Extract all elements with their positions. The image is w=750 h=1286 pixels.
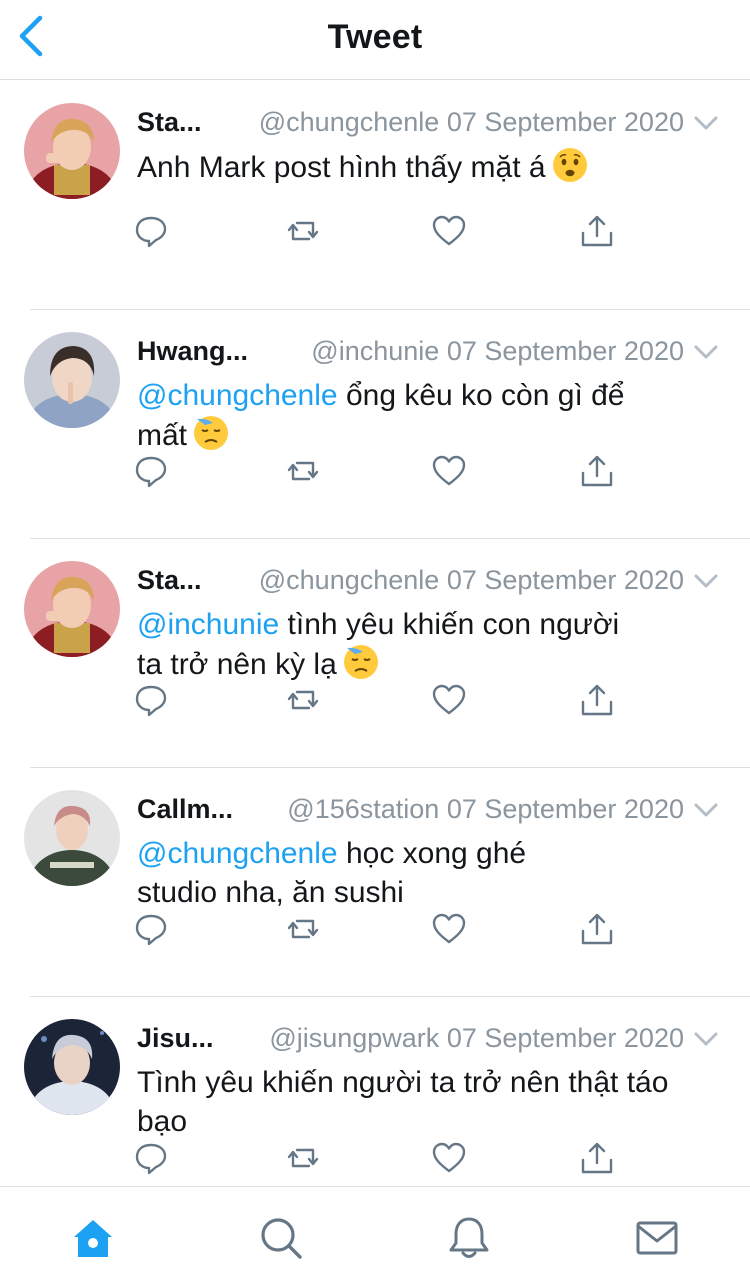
tweet-item[interactable]: Sta... @chungchenle 07 September 2020 Anh…	[0, 81, 750, 310]
tweet-item[interactable]: Sta... @chungchenle 07 September 2020 @in…	[0, 539, 750, 768]
tweet-meta: Jisu... @jisungpwark 07 September 2020	[137, 1021, 720, 1055]
tweet-body-line2: bạo	[137, 1105, 188, 1138]
search-icon[interactable]	[258, 1215, 304, 1261]
retweet-icon[interactable]	[285, 453, 321, 489]
page-title: Tweet	[327, 18, 423, 56]
tweet-date: 07 September 2020	[446, 107, 684, 137]
heart-icon[interactable]	[431, 682, 467, 718]
tweet-body: học xong ghé	[337, 837, 527, 870]
avatar[interactable]	[24, 103, 120, 199]
share-icon[interactable]	[579, 453, 615, 489]
tweet-item[interactable]: Hwang... @inchunie 07 September 2020 @chu…	[0, 310, 750, 539]
avatar[interactable]	[24, 561, 120, 657]
tweet-meta: Sta... @chungchenle 07 September 2020	[137, 563, 720, 597]
tweet-actions	[133, 911, 633, 947]
user-handle[interactable]: @156station	[287, 794, 439, 824]
display-name[interactable]: Hwang...	[137, 336, 248, 366]
tweet-text: @chungchenle ổng kêu ko còn gì để mất	[137, 376, 697, 455]
retweet-icon[interactable]	[285, 213, 321, 249]
share-icon[interactable]	[579, 911, 615, 947]
share-icon[interactable]	[579, 682, 615, 718]
chevron-down-icon[interactable]	[692, 567, 720, 595]
tweet-actions	[133, 1140, 633, 1176]
tweet-body: tình yêu khiến con người	[279, 608, 620, 641]
reply-icon[interactable]	[133, 682, 169, 718]
share-icon[interactable]	[579, 213, 615, 249]
avatar[interactable]	[24, 1019, 120, 1115]
display-name[interactable]: Sta...	[137, 565, 202, 595]
tweet-body: ổng kêu ko còn gì để	[337, 379, 625, 412]
tweet-meta: Sta... @chungchenle 07 September 2020	[137, 105, 720, 139]
top-bar: Tweet	[0, 0, 750, 80]
user-handle[interactable]: @chungchenle	[259, 565, 440, 595]
heart-icon[interactable]	[431, 911, 467, 947]
display-name[interactable]: Sta...	[137, 107, 202, 137]
mail-icon[interactable]	[634, 1215, 680, 1261]
tweet-body-line2: mất	[137, 419, 188, 452]
tweet-actions	[133, 682, 633, 718]
tweet-text: @chungchenle học xong ghé studio nha, ăn …	[137, 834, 697, 912]
heart-icon[interactable]	[431, 453, 467, 489]
mention-link[interactable]: @chungchenle	[137, 837, 338, 870]
reply-icon[interactable]	[133, 453, 169, 489]
avatar[interactable]	[24, 790, 120, 886]
tweet-meta: Hwang... @inchunie 07 September 2020	[137, 334, 720, 368]
heart-icon[interactable]	[431, 213, 467, 249]
user-handle[interactable]: @jisungpwark	[269, 1023, 439, 1053]
user-handle[interactable]: @inchunie	[311, 336, 439, 366]
chevron-down-icon[interactable]	[692, 1025, 720, 1053]
retweet-icon[interactable]	[285, 682, 321, 718]
retweet-icon[interactable]	[285, 1140, 321, 1176]
avatar[interactable]	[24, 332, 120, 428]
bottom-tab-bar	[0, 1186, 750, 1286]
tweet-body: Anh Mark post hình thấy mặt á	[137, 151, 546, 184]
display-name[interactable]: Callm...	[137, 794, 233, 824]
tweet-text: Tình yêu khiến người ta trở nên thật táo…	[137, 1063, 697, 1141]
reply-icon[interactable]	[133, 911, 169, 947]
home-icon[interactable]	[70, 1215, 116, 1261]
downcast-sweat-face-icon	[343, 645, 378, 679]
bell-icon[interactable]	[446, 1215, 492, 1261]
tweet-body-line2: studio nha, ăn sushi	[137, 876, 404, 909]
tweet-date: 07 September 2020	[446, 1023, 684, 1053]
tweet-feed[interactable]: Sta... @chungchenle 07 September 2020 Anh…	[0, 81, 750, 1226]
tweet-text: Anh Mark post hình thấy mặt á	[137, 147, 697, 187]
user-handle[interactable]: @chungchenle	[259, 107, 440, 137]
tweet-date: 07 September 2020	[446, 336, 684, 366]
display-name[interactable]: Jisu...	[137, 1023, 214, 1053]
retweet-icon[interactable]	[285, 911, 321, 947]
chevron-down-icon[interactable]	[692, 109, 720, 137]
downcast-sweat-face-icon	[194, 416, 229, 450]
worried-face-icon	[552, 148, 587, 182]
reply-icon[interactable]	[133, 213, 169, 249]
mention-link[interactable]: @inchunie	[137, 608, 279, 641]
tweet-date: 07 September 2020	[446, 565, 684, 595]
chevron-down-icon[interactable]	[692, 796, 720, 824]
tweet-body-line2: ta trở nên kỳ lạ	[137, 648, 337, 681]
tweet-actions	[133, 213, 633, 249]
tweet-date: 07 September 2020	[446, 794, 684, 824]
tweet-text: @inchunie tình yêu khiến con người ta trở…	[137, 605, 697, 684]
tweet-item[interactable]: Callm... @156station 07 September 2020 @c…	[0, 768, 750, 997]
mention-link[interactable]: @chungchenle	[137, 379, 338, 412]
tweet-meta: Callm... @156station 07 September 2020	[137, 792, 720, 826]
tweet-actions	[133, 453, 633, 489]
tweet-body: Tình yêu khiến người ta trở nên thật táo	[137, 1066, 669, 1099]
heart-icon[interactable]	[431, 1140, 467, 1176]
reply-icon[interactable]	[133, 1140, 169, 1176]
chevron-down-icon[interactable]	[692, 338, 720, 366]
share-icon[interactable]	[579, 1140, 615, 1176]
